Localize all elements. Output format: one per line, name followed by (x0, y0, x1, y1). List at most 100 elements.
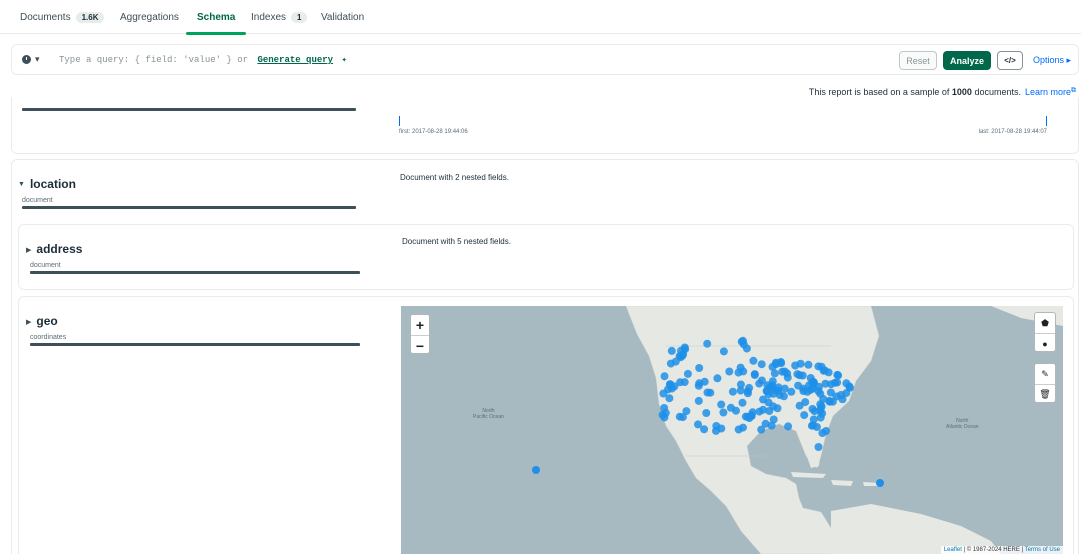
geo-point (750, 371, 759, 379)
attribution-text: | © 1987-2024 HERE | (961, 547, 1025, 553)
pentagon-icon: ⬟ (1041, 317, 1049, 328)
geo-point (748, 408, 757, 417)
count-badge: 1 (291, 11, 308, 23)
geo-point (683, 369, 692, 378)
ocean-label-pacific: North Pacific Ocean (473, 408, 504, 420)
terms-link[interactable]: Terms of Use (1025, 547, 1060, 553)
field-toggle-address[interactable]: ▶ address (26, 242, 82, 256)
caret-down-icon: ▼ (18, 181, 25, 189)
options-toggle[interactable]: Options ▸ (1033, 55, 1071, 66)
learn-more-link[interactable]: Learn more (1025, 87, 1071, 97)
geo-point (737, 337, 746, 346)
tab-aggregations[interactable]: Aggregations (120, 0, 179, 34)
field-toggle-location[interactable]: ▼ location (18, 177, 76, 191)
geo-point (798, 371, 807, 380)
report-prefix: This report is based on a sample of (808, 87, 952, 97)
field-name: geo (36, 314, 58, 328)
sample-count: 1000 (951, 87, 972, 97)
field-card-address: ▶ address document Document with 5 nested… (18, 224, 1074, 290)
geo-point (694, 396, 703, 405)
geo-point (739, 423, 747, 432)
tab-validation[interactable]: Validation (321, 0, 364, 34)
draw-polygon-button[interactable]: ⬟ (1035, 313, 1055, 333)
type-distribution-bar (30, 343, 360, 346)
draw-circle-button[interactable]: ● (1035, 333, 1055, 353)
geo-point (787, 387, 796, 396)
ocean-label-atlantic: North Atlantic Ocean (946, 418, 979, 430)
field-toggle-geo[interactable]: ▶ geo (26, 314, 58, 328)
sample-report: This report is based on a sample of 1000… (809, 87, 1076, 97)
report-suffix: documents. (971, 87, 1021, 97)
geo-point (749, 356, 758, 365)
edit-layers-button[interactable]: ✎ (1035, 364, 1055, 384)
export-code-button[interactable]: </> (997, 51, 1023, 70)
tab-indexes[interactable]: Indexes 1 (251, 0, 308, 34)
geo-point (695, 364, 704, 372)
type-distribution-bar (22, 206, 356, 209)
reset-button[interactable]: Reset (899, 51, 937, 70)
geo-point (800, 411, 809, 420)
geo-point (736, 386, 745, 395)
map-draw-control: ⬟ ● (1034, 312, 1056, 352)
geo-point (660, 372, 669, 381)
geo-point (725, 367, 734, 376)
geo-map[interactable]: North Pacific Ocean North Atlantic Ocean… (401, 306, 1063, 554)
caret-right-icon: ▶ (26, 318, 32, 326)
geo-point (712, 422, 721, 430)
geo-point (717, 400, 726, 409)
map-attribution: Leaflet | © 1987-2024 HERE | Terms of Us… (940, 546, 1063, 554)
zoom-out-button[interactable]: − (411, 335, 429, 355)
geo-point (779, 392, 788, 401)
geo-point (791, 361, 800, 370)
tab-label: Aggregations (120, 11, 179, 23)
geo-point (743, 389, 752, 398)
trash-icon: 🗑 (1039, 389, 1051, 399)
caret-right-icon: ▶ (26, 246, 32, 254)
geo-point (703, 388, 712, 397)
tab-documents[interactable]: Documents 1.6K (20, 0, 105, 34)
geo-point (665, 394, 674, 403)
tab-schema[interactable]: Schema (185, 0, 247, 35)
geo-point (726, 403, 735, 412)
geo-point (834, 371, 843, 380)
geo-point (762, 387, 771, 395)
field-type-label: document (22, 197, 53, 204)
tab-bar: Documents 1.6K Aggregations Schema Index… (0, 0, 1081, 35)
geo-point (814, 443, 823, 451)
query-history-button[interactable]: ▾ (22, 54, 40, 65)
geo-point (695, 379, 704, 388)
zoom-in-button[interactable]: + (411, 315, 429, 335)
geo-point (801, 398, 810, 407)
geo-point (728, 387, 737, 396)
geo-point (719, 347, 728, 356)
geo-point (671, 357, 680, 366)
geo-point (680, 378, 689, 387)
tab-label: Indexes (251, 11, 287, 23)
ocean-label-text: North Atlantic Ocean (946, 418, 979, 430)
timeline-tick-last (1046, 116, 1047, 126)
geo-point (805, 381, 814, 390)
geo-point (765, 407, 774, 415)
geo-point (661, 408, 670, 417)
geo-point (831, 378, 839, 387)
delete-layers-button[interactable]: 🗑 (1035, 384, 1055, 404)
geo-point (532, 466, 540, 474)
geo-point (778, 367, 787, 376)
external-link-icon: ⧉ (1071, 87, 1076, 94)
field-card-date: first: 2017-08-28 19:44:06 last: 2017-08… (11, 97, 1079, 154)
query-placeholder: Type a query: { field: 'value' } or (59, 55, 249, 65)
geo-point (876, 479, 884, 487)
analyze-button[interactable]: Analyze (943, 51, 991, 70)
generate-query-link[interactable]: Generate query (257, 55, 333, 65)
geo-point (742, 344, 751, 353)
geo-point (809, 421, 817, 430)
geo-point (770, 369, 779, 378)
field-description: Document with 5 nested fields. (402, 237, 511, 246)
edit-icon: ✎ (1041, 368, 1049, 379)
geo-point (757, 425, 766, 434)
timeline-tick-first (399, 116, 400, 126)
query-input[interactable]: Type a query: { field: 'value' } or Gene… (59, 55, 347, 65)
leaflet-link[interactable]: Leaflet (944, 547, 962, 553)
field-name: location (29, 177, 76, 191)
geo-point (818, 429, 827, 438)
